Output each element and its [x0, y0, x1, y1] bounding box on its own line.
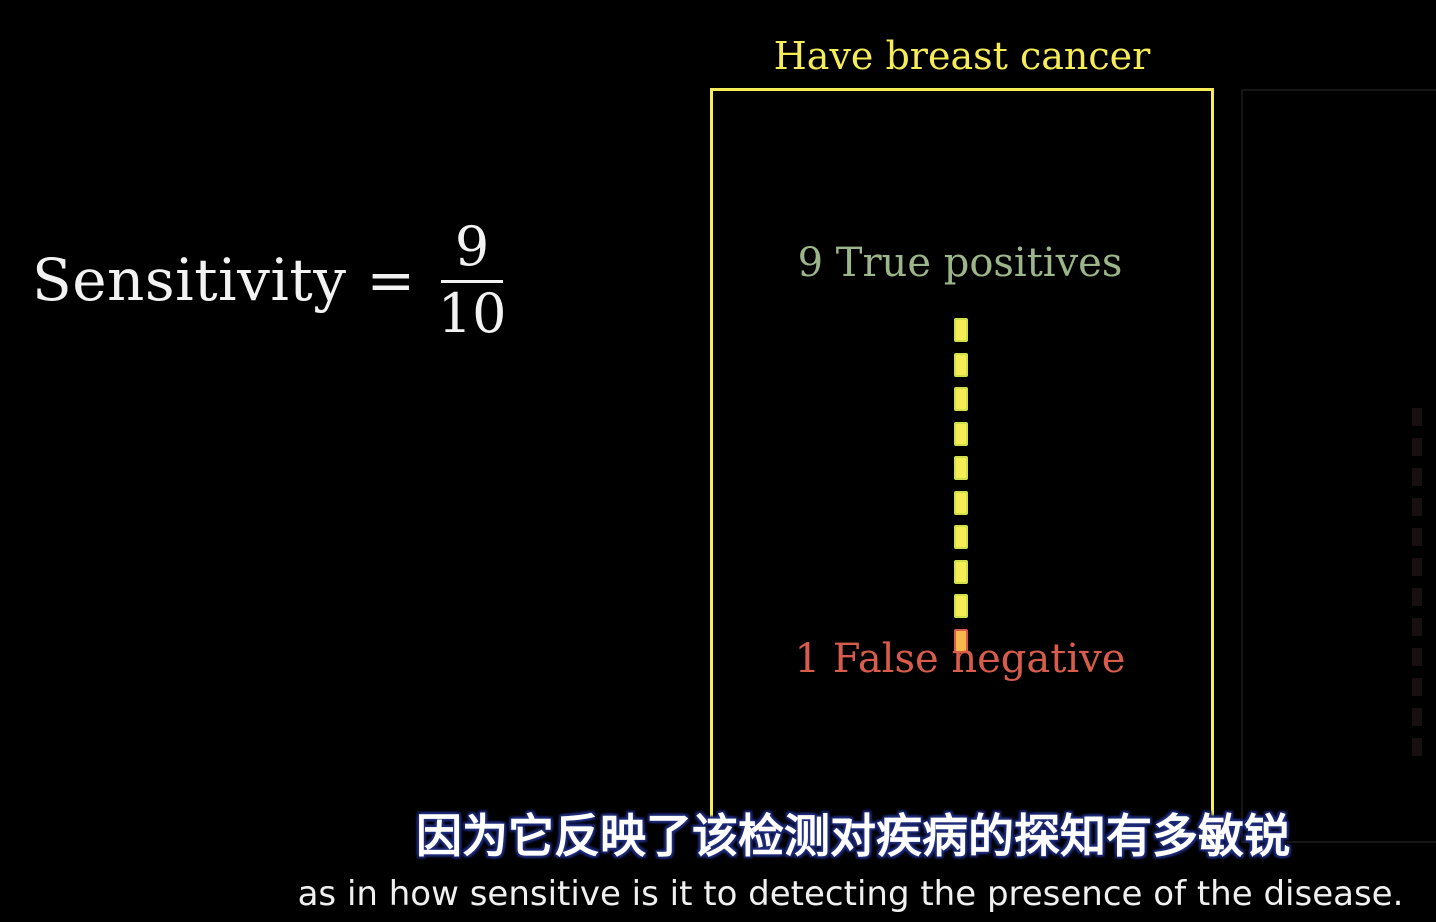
person-dots-column: [954, 318, 970, 663]
adjacent-group-box: [1241, 89, 1436, 843]
true-positive-dot: [954, 490, 968, 515]
true-positive-dot: [954, 456, 968, 480]
adjacent-dot: [1412, 708, 1422, 726]
adjacent-dot: [1412, 408, 1422, 426]
adjacent-dot: [1412, 528, 1422, 546]
subtitle-chinese: 因为它反映了该检测对疾病的探知有多敏锐: [416, 809, 1290, 863]
adjacent-dot: [1412, 648, 1422, 666]
true-positive-dot: [954, 421, 968, 446]
fraction-denominator: 10: [437, 281, 507, 345]
true-positive-dot: [954, 318, 968, 342]
true-positive-dot: [954, 594, 968, 618]
equals-sign: =: [366, 246, 416, 314]
fraction: 9 10: [438, 214, 507, 343]
true-positive-dot: [954, 525, 968, 549]
adjacent-dot: [1412, 678, 1422, 696]
true-positive-dot: [954, 352, 968, 377]
false-negative-label: 1 False negative: [794, 636, 1126, 682]
true-positive-dot: [954, 387, 968, 411]
fraction-numerator: 9: [454, 214, 490, 278]
adjacent-dot: [1412, 558, 1422, 576]
group-title: Have breast cancer: [773, 34, 1151, 78]
subtitle-english: as in how sensitive is it to detecting t…: [297, 874, 1404, 914]
adjacent-dot: [1412, 618, 1422, 636]
true-positive-dot: [954, 559, 968, 584]
adjacent-dot: [1412, 498, 1422, 516]
adjacent-dot: [1412, 588, 1422, 606]
adjacent-dot: [1412, 438, 1422, 456]
adjacent-dot: [1412, 738, 1422, 756]
adjacent-dots: [1412, 408, 1424, 768]
equation-label: Sensitivity: [32, 246, 347, 314]
true-positives-label: 9 True positives: [797, 240, 1123, 286]
adjacent-dot: [1412, 468, 1422, 486]
sensitivity-equation: Sensitivity = 9 10: [32, 200, 507, 360]
